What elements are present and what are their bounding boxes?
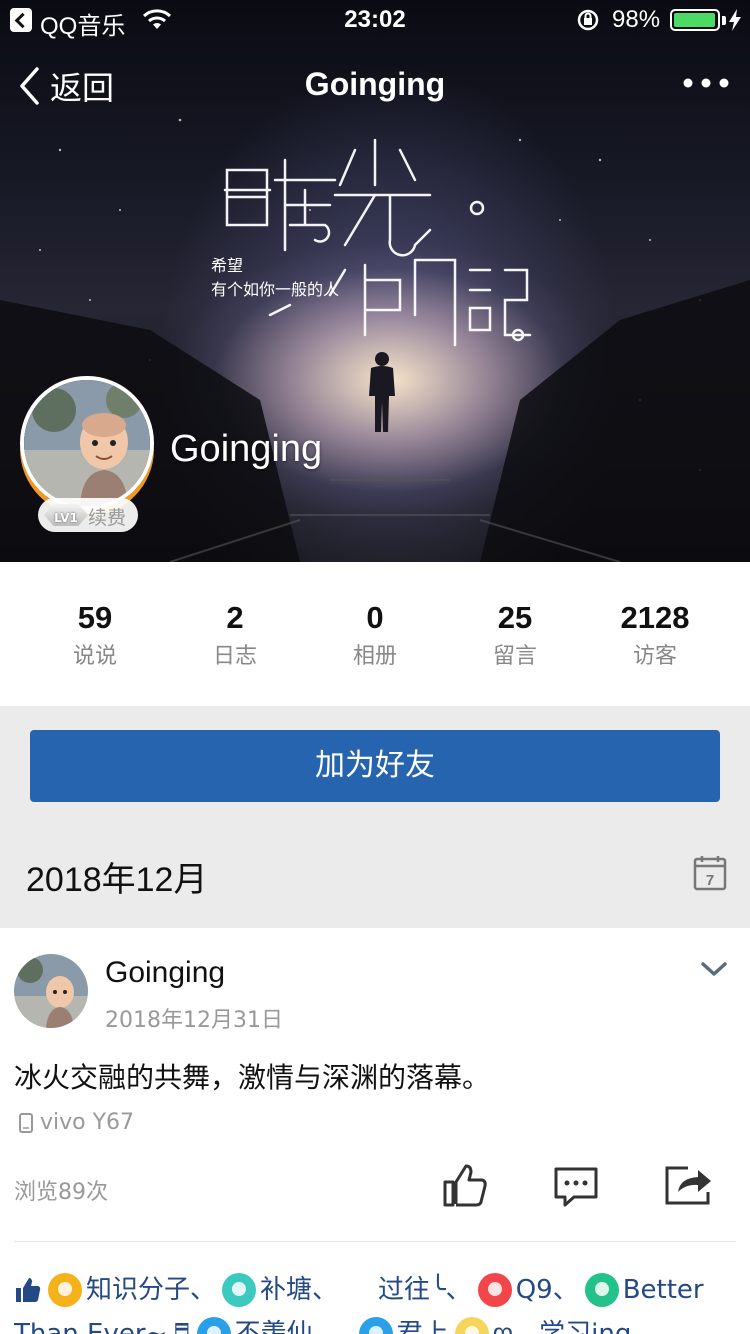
- cover-art-subtitle: 希望 有个如你一般的人: [211, 254, 339, 302]
- author-avatar-image: [14, 954, 88, 1028]
- post-date: 2018年12月31日: [105, 1008, 283, 1033]
- liker-avatar-icon: [358, 1317, 393, 1334]
- liker-name: Better: [622, 1275, 704, 1306]
- liker-avatar-icon: [454, 1317, 489, 1334]
- stat-label: 访客: [632, 644, 677, 669]
- page-title: Goinging: [304, 66, 446, 102]
- cover-subtitle-line1: 希望: [211, 256, 244, 275]
- stat-value: 2: [226, 600, 244, 635]
- cover-art-lettering: [223, 138, 532, 347]
- liker-7[interactable]: ღ、学习ing: [449, 1312, 632, 1334]
- liked-thumb-icon: [16, 1278, 41, 1302]
- liker-name: 补塘、: [260, 1275, 339, 1306]
- liker-2[interactable]: 过往╰、: [378, 1268, 472, 1313]
- feed-post: Goinging 2018年12月31日 冰火交融的共舞，激情与深渊的落幕。 v…: [0, 928, 750, 1334]
- orientation-lock-icon: [577, 9, 599, 31]
- liker-name: 知识分子、: [86, 1275, 217, 1306]
- cover-subtitle-line2: 有个如你一般的人: [211, 280, 340, 299]
- profile-stats: 59 说说 2 日志 0 相册 25 留言 2128 访客: [0, 562, 750, 706]
- stat-value: 25: [497, 600, 533, 635]
- more-options-icon[interactable]: [682, 76, 730, 90]
- post-divider: [14, 1241, 736, 1242]
- month-title: 2018年12月: [26, 861, 208, 899]
- status-bar: QQ音乐 23:02 98%: [0, 0, 750, 40]
- liker-avatar-icon: [48, 1273, 82, 1308]
- chevron-down-icon[interactable]: [700, 960, 728, 978]
- renew-label: 续费: [88, 507, 127, 529]
- battery-icon: [670, 9, 720, 31]
- level-badge[interactable]: LV1 续费: [38, 498, 138, 532]
- like-icon[interactable]: [442, 1162, 488, 1208]
- stat-label: 相册: [352, 644, 397, 669]
- calendar-day: 7: [706, 872, 714, 889]
- liker-name: Than Ever~♬: [14, 1312, 191, 1334]
- stat-4[interactable]: 2128 访客: [585, 562, 725, 706]
- stat-1[interactable]: 2 日志: [165, 562, 305, 706]
- liker-0[interactable]: 知识分子、: [42, 1268, 216, 1313]
- calendar-icon[interactable]: 7: [693, 855, 727, 891]
- liker-3[interactable]: Q9、: [472, 1268, 579, 1313]
- stat-label: 日志: [212, 644, 257, 669]
- view-count: 浏览89次: [14, 1180, 108, 1205]
- stat-value: 2128: [620, 600, 690, 635]
- post-text: 冰火交融的共舞，激情与深渊的落幕。: [14, 1061, 491, 1094]
- walking-figure: [369, 352, 395, 432]
- stat-label: 留言: [492, 644, 537, 669]
- avatar-image: [24, 380, 150, 506]
- post-author-avatar[interactable]: [14, 954, 88, 1028]
- phone-icon: [19, 1112, 33, 1133]
- liker-avatar-icon: [477, 1273, 512, 1308]
- liker-avatar-icon: [584, 1273, 619, 1308]
- liker-name: 不羡仙: [235, 1312, 313, 1334]
- stat-3[interactable]: 25 留言: [445, 562, 585, 706]
- liker-1[interactable]: 补塘、: [216, 1268, 338, 1313]
- liker-4[interactable]: Better: [579, 1268, 704, 1313]
- battery-tip: [722, 16, 726, 25]
- stat-label: 说说: [72, 644, 117, 669]
- profile-cover[interactable]: QQ音乐 23:02 98% 返回 Goinging 希望 有个如你一般的人 L…: [0, 0, 750, 562]
- charging-icon: [729, 9, 741, 31]
- share-icon[interactable]: [664, 1164, 714, 1206]
- liker-avatar-icon: [222, 1273, 257, 1308]
- stat-value: 0: [366, 600, 384, 635]
- liked-by-row-1: 知识分子、 补塘、 过往╰、 Q9、 Better: [14, 1268, 740, 1312]
- nav-bar: 返回 Goinging: [0, 56, 750, 116]
- liker-6[interactable]: 君上: [353, 1312, 449, 1334]
- liker-name: ღ、学习ing: [493, 1312, 632, 1334]
- liked-by-row-2: Than Ever~♬ 不羡仙 君上 ღ、学习ing: [14, 1312, 740, 1334]
- liker-avatar-icon: [196, 1317, 231, 1334]
- stat-value: 59: [77, 600, 113, 635]
- post-device: vivo Y67: [18, 1110, 134, 1135]
- profile-name: Goinging: [170, 428, 323, 470]
- liker-name: 过往╰、: [378, 1275, 472, 1306]
- comment-icon[interactable]: [552, 1166, 600, 1208]
- device-name: vivo Y67: [40, 1110, 135, 1135]
- stat-2[interactable]: 0 相册: [305, 562, 445, 706]
- battery-percent: 98%: [612, 6, 661, 33]
- profile-avatar[interactable]: [20, 376, 154, 510]
- liked-by-list: 知识分子、 补塘、 过往╰、 Q9、 Better Than Ever~♬ 不羡仙 君上 ღ、…: [14, 1268, 740, 1334]
- liker-name: Q9、: [515, 1275, 579, 1306]
- add-friend-button[interactable]: 加为好友: [30, 730, 720, 802]
- post-author-name[interactable]: Goinging: [105, 956, 225, 990]
- liker-5[interactable]: 不羡仙: [191, 1312, 313, 1334]
- timeline-month-header: 2018年12月 7: [0, 830, 750, 926]
- liker-4[interactable]: Than Ever~♬: [14, 1312, 191, 1334]
- liker-name: 君上: [397, 1312, 449, 1334]
- stat-0[interactable]: 59 说说: [25, 562, 165, 706]
- level-label: LV1: [44, 504, 88, 526]
